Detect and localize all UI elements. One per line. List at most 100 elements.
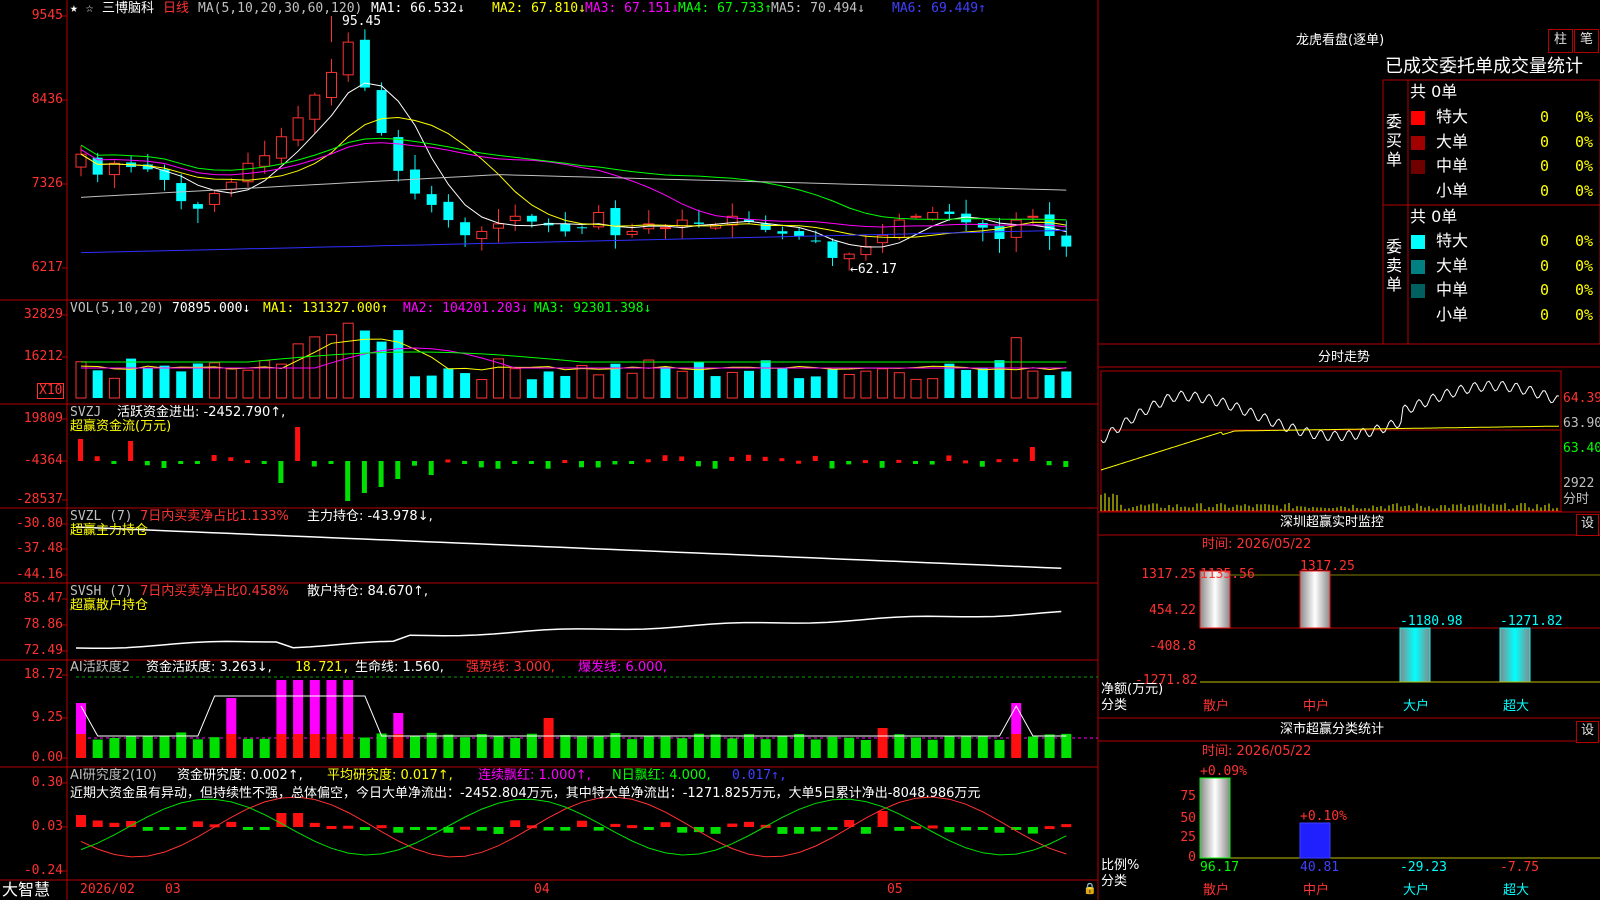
sz-class-axis-1: 50 <box>1180 811 1196 826</box>
ai2-bar-13 <box>293 813 304 827</box>
sz-monitor-settings-button[interactable]: 设 <box>1576 514 1599 536</box>
flow-bar-0 <box>78 439 83 461</box>
ai2-bar-57 <box>1027 827 1038 834</box>
vol-bar-28 <box>543 371 554 398</box>
ai1-bar-59 <box>1061 733 1072 758</box>
flow-bar-20 <box>412 461 417 466</box>
flow-bar-17 <box>361 461 367 493</box>
svzl-axis-2: -44.16 <box>16 567 63 582</box>
ai1-top-0 <box>76 703 86 734</box>
flow-bar-44 <box>812 455 818 461</box>
vol-bar-13 <box>292 343 304 399</box>
svzj-value: 活跃资金进出: -2452.790↑, <box>117 405 286 420</box>
vol-ma2: MA2: 104201.203↓ <box>403 301 529 316</box>
ma3-label: MA3: 67.151↓ <box>585 1 679 16</box>
ai1-axis-2: 0.00 <box>31 750 63 765</box>
candle-23 <box>460 222 471 236</box>
ai2-bar-11 <box>259 827 270 830</box>
bar-mode-button[interactable]: 柱 <box>1548 29 1573 53</box>
svsh-line <box>75 610 1062 649</box>
favorite-stars[interactable]: ★ ☆ <box>70 1 93 16</box>
lock-icon[interactable]: 🔒 <box>1083 881 1097 896</box>
flow-bar-23 <box>462 461 468 464</box>
sz-class-settings-button[interactable]: 设 <box>1576 721 1599 743</box>
candle-49 <box>893 219 905 238</box>
vol-bar-54 <box>977 367 988 398</box>
ai1-bar-50 <box>911 737 921 758</box>
vol-bar-2 <box>108 377 120 399</box>
candle-20 <box>410 169 420 194</box>
flow-bar-25 <box>495 461 501 469</box>
candle-21 <box>426 194 437 205</box>
vol-unit-badge: X10 <box>37 383 65 399</box>
vol-axis-1: 16212 <box>23 349 63 364</box>
ai1-bar-25 <box>493 736 504 758</box>
ai2-v4: N日飘红: 4.000, <box>612 768 711 783</box>
sz-monitor-cat-1: 中户 <box>1303 699 1330 714</box>
svsh-axis-1: 78.86 <box>23 617 63 632</box>
vol-bar-20 <box>410 376 420 398</box>
main-axis-3: 6217 <box>31 260 63 275</box>
sell-count-1: 0 <box>1540 256 1550 275</box>
sz-monitor-xlabel: 分类 <box>1101 698 1128 713</box>
ai2-bar-44 <box>810 827 821 832</box>
flow-bar-37 <box>695 461 701 467</box>
flow-bar-2 <box>111 461 117 464</box>
intraday-title: 分时走势 <box>1318 350 1371 365</box>
ai1-bar-37 <box>693 733 704 758</box>
svzl-axis-0: -30.80 <box>16 516 63 531</box>
vol-bar-14 <box>309 336 321 399</box>
ma5-label: MA5: 70.494↓ <box>771 1 865 16</box>
vol-bar-0 <box>75 361 87 399</box>
vol-bar-48 <box>877 368 889 399</box>
vol-bar-15 <box>326 334 337 399</box>
sz-monitor-axis-2: -408.8 <box>1149 639 1196 654</box>
flow-bar-22 <box>445 459 451 463</box>
vol-bar-58 <box>1044 375 1055 398</box>
ai1-bar-13 <box>293 734 304 758</box>
ma6-label: MA6: 69.449↑ <box>892 1 986 16</box>
candle-22 <box>443 201 454 221</box>
ai2-bar-19 <box>393 827 404 833</box>
vol-bar-31 <box>593 374 605 399</box>
svsh-axis-0: 85.47 <box>23 591 63 606</box>
sell-count-0: 0 <box>1540 232 1550 250</box>
ai1-bar-3 <box>126 736 137 758</box>
ai1-bar-46 <box>844 737 855 758</box>
sz-class-val-0: 96.17 <box>1200 860 1240 875</box>
svzj-axis-0: 19809 <box>23 411 63 426</box>
period-label[interactable]: 日线 <box>163 1 189 16</box>
ai2-bar-39 <box>727 823 738 827</box>
ai1-top-13 <box>293 680 304 734</box>
candle-50 <box>910 215 922 218</box>
ai2-bar-12 <box>276 813 287 827</box>
ai2-bar-58 <box>1044 826 1055 830</box>
vol-bar-11 <box>259 360 271 399</box>
main-axis-0: 9545 <box>31 8 63 23</box>
vol-bar-9 <box>225 368 237 399</box>
buy-name-0: 特大 <box>1436 107 1469 126</box>
ai1-top-19 <box>393 713 404 734</box>
tick-mode-button[interactable]: 笔 <box>1574 29 1599 53</box>
flow-bar-53 <box>963 460 969 464</box>
svzl-header: SVZL (7) <box>70 509 133 524</box>
buy-swatch-3 <box>1411 184 1425 199</box>
buy-swatch-2 <box>1411 160 1425 174</box>
ai1-bar-56 <box>1011 734 1022 758</box>
ai2-bar-9 <box>226 821 237 827</box>
sz-class-pct-0: +0.09% <box>1200 764 1247 779</box>
flow-bar-39 <box>729 456 735 461</box>
vol-bar-1 <box>92 370 103 398</box>
intraday-box <box>1100 370 1562 512</box>
candle-47 <box>860 246 872 256</box>
sell-side-label: 委卖单 <box>1386 237 1403 294</box>
svsh-desc: 7日内买卖净占比0.458% <box>140 584 289 599</box>
ai2-bar-31 <box>593 827 604 831</box>
sz-class-time: 时间: 2026/05/22 <box>1202 744 1312 759</box>
ai2-bar-7 <box>192 821 203 827</box>
svzl-desc: 7日内买卖净占比1.133% <box>140 509 289 524</box>
ai2-axis-1: 0.03 <box>31 819 63 834</box>
sell-swatch-3 <box>1411 308 1425 323</box>
sz-monitor-bar-3 <box>1499 627 1531 683</box>
svzl-title: 超赢主力持仓 <box>70 523 149 538</box>
